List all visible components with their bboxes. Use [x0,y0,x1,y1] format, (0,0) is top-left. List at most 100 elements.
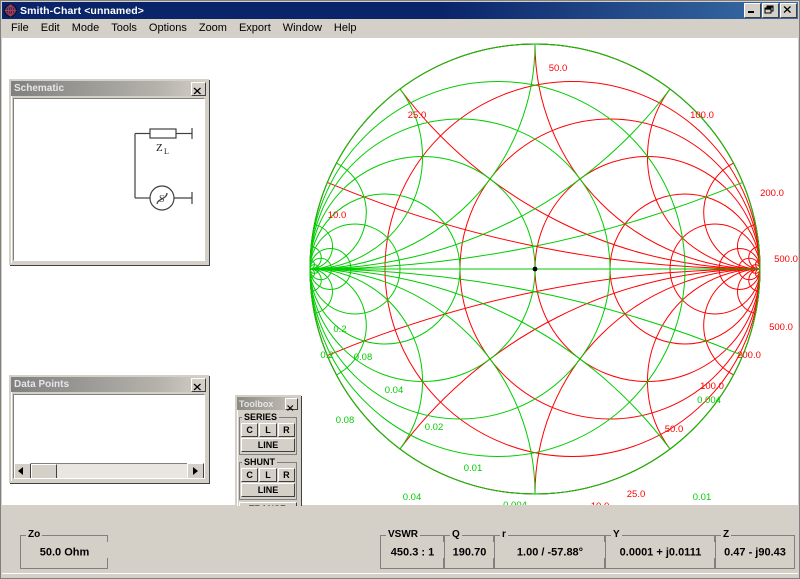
zo-value: 50.0 Ohm [39,546,90,559]
chart-axis-label: 25.0 [627,489,646,500]
chart-axis-label: 0.01 [693,492,712,503]
menu-zoom[interactable]: Zoom [193,20,233,36]
divider [107,536,108,542]
smith-chart[interactable]: 50.0 25.0 100.0 200.0 500.0 10.0 500.0 200.0 100… [214,38,798,506]
chart-axis-label: 500.0 [769,322,793,333]
vswr-value: 450.3 : 1 [390,546,435,559]
minimize-button[interactable] [744,3,761,18]
shunt-l-button[interactable]: L [259,468,277,482]
series-legend: SERIES [244,412,278,422]
smith-chart-area[interactable]: 50.0 25.0 100.0 200.0 500.0 10.0 500.0 200.0 100… [214,38,798,506]
menu-export[interactable]: Export [233,20,277,36]
chart-axis-label: 0.2 [320,350,333,361]
chart-axis-label: 50.0 [549,63,568,74]
status-separator [2,573,798,577]
chart-axis-label: 0.04 [403,492,422,503]
zo-caption: Zo [26,529,43,540]
r-caption: r [500,529,508,540]
scroll-left-icon[interactable] [14,463,31,478]
divider [107,558,108,568]
schematic-title: Schematic [14,83,65,94]
scroll-right-icon[interactable] [187,463,204,478]
series-r-button[interactable]: R [277,423,295,437]
chart-axis-label: 200.0 [737,350,761,361]
q-field: Q 190.70 [444,529,494,569]
chart-axis-label: 0.2 [333,324,346,335]
schematic-canvas-area[interactable]: Z L S [13,98,205,261]
menu-edit[interactable]: Edit [35,20,66,36]
menu-bar: File Edit Mode Tools Options Zoom Export… [2,19,798,37]
datapoints-close-icon[interactable] [191,377,206,392]
scrollbar-track[interactable] [31,464,187,478]
datapoints-window[interactable]: Data Points [9,375,209,483]
admittance-field: Y 0.0001 + j0.0111 [605,529,715,569]
chart-axis-label: 0.08 [354,352,373,363]
chart-axis-label: 10.0 [328,210,347,221]
schematic-title-bar[interactable]: Schematic [11,81,207,96]
chart-axis-label: 200.0 [760,188,784,199]
schematic-close-icon[interactable] [191,81,206,96]
shunt-legend: SHUNT [244,457,275,467]
shunt-line-button[interactable]: LINE [241,483,295,497]
series-c-button[interactable]: C [241,423,259,437]
chart-axis-label: 0.04 [385,385,404,396]
y-caption: Y [611,529,622,540]
status-bar: Zo 50.0 Ohm VSWR 450.3 : 1 Q 190.70 r 1.… [2,505,798,577]
chart-axis-label: 0.02 [425,422,444,433]
chart-axis-label: 100.0 [700,381,724,392]
menu-help[interactable]: Help [328,20,363,36]
series-button-row: C L R [241,423,295,437]
chart-axis-label: 25.0 [408,110,427,121]
vswr-field: VSWR 450.3 : 1 [380,529,444,569]
r-value: 1.00 / -57.88° [516,546,584,559]
shunt-button-row: C L R [241,468,295,482]
q-caption: Q [450,529,462,540]
chart-axis-label: 0.01 [464,463,483,474]
transformer-button[interactable]: TRANSF. [239,502,297,506]
globe-icon [4,4,17,17]
toolbox-body: SERIES C L R LINE SHUNT C L R LINE [237,410,299,506]
chart-axis-label: 500.0 [774,254,798,265]
scrollbar-thumb[interactable] [31,464,57,478]
q-value: 190.70 [452,546,487,559]
datapoints-list-area[interactable] [13,394,205,479]
svg-text:L: L [164,147,169,156]
toolbox-close-icon[interactable] [285,397,298,411]
series-group: SERIES C L R LINE [239,412,297,455]
z-value: 0.47 - j90.43 [724,546,786,559]
window-title: Smith-Chart <unnamed> [20,4,145,17]
toolbox-title: Toolbox [239,398,274,409]
datapoints-horizontal-scrollbar[interactable] [14,463,204,478]
series-l-button[interactable]: L [259,423,277,437]
mdi-workspace: 50.0 25.0 100.0 200.0 500.0 10.0 500.0 200.0 100… [2,38,798,506]
datapoints-title: Data Points [14,379,70,390]
svg-text:Z: Z [156,142,163,154]
menu-window[interactable]: Window [277,20,328,36]
title-bar: Smith-Chart <unnamed> [2,2,798,19]
schematic-circuit: Z L S [134,128,193,211]
chart-axis-label: 50.0 [665,424,684,435]
shunt-c-button[interactable]: C [241,468,259,482]
application-window: Smith-Chart <unnamed> File Edit Mode Too… [0,0,800,579]
menu-file[interactable]: File [5,20,35,36]
schematic-window[interactable]: Schematic Z L S [9,79,209,265]
chart-axis-label: 100.0 [690,110,714,121]
datapoints-title-bar[interactable]: Data Points [11,377,207,392]
y-value: 0.0001 + j0.0111 [619,546,702,559]
menu-mode[interactable]: Mode [66,20,106,36]
shunt-group: SHUNT C L R LINE [239,457,297,500]
reflection-coefficient-field: r 1.00 / -57.88° [494,529,605,569]
chart-axis-label: 0.08 [336,415,355,426]
impedance-field: Z 0.47 - j90.43 [715,529,795,569]
shunt-r-button[interactable]: R [277,468,295,482]
toolbox-window[interactable]: Toolbox SERIES C L R LINE SHUNT C L R LI… [235,395,301,506]
toolbox-title-bar[interactable]: Toolbox [237,397,299,411]
restore-button[interactable] [762,3,779,18]
menu-options[interactable]: Options [143,20,193,36]
menu-tools[interactable]: Tools [105,20,143,36]
vswr-caption: VSWR [386,529,420,540]
series-line-button[interactable]: LINE [241,438,295,452]
close-button[interactable] [780,3,797,18]
svg-text:S: S [159,194,165,205]
zo-field: Zo 50.0 Ohm [20,529,108,569]
